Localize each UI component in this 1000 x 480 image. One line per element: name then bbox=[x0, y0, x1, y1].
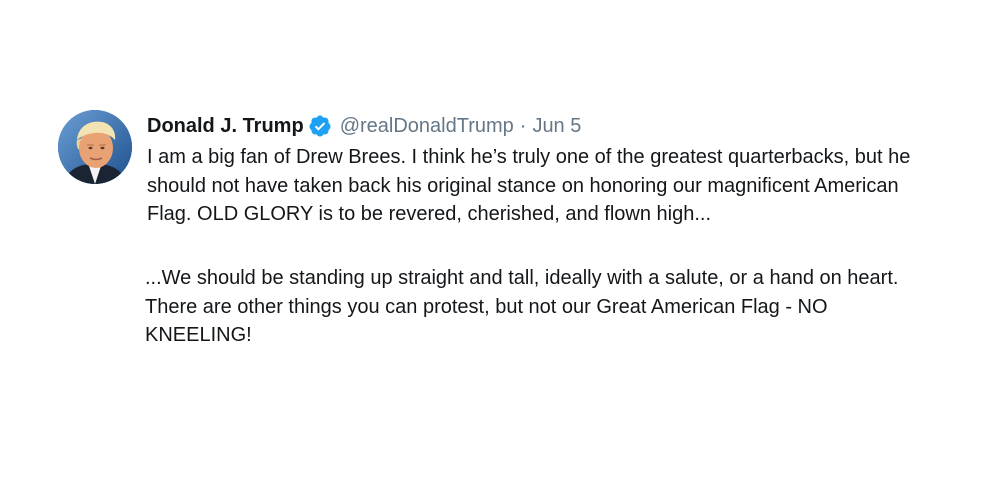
header-separator: · bbox=[519, 114, 527, 137]
display-name[interactable]: Donald J. Trump bbox=[147, 115, 304, 138]
tweet-continuation-text: ...We should be standing up straight and… bbox=[145, 267, 899, 346]
profile-photo-icon bbox=[58, 110, 132, 184]
avatar[interactable] bbox=[58, 110, 132, 184]
tweet-text: I am a big fan of Drew Brees. I think he… bbox=[147, 146, 911, 225]
tweet-date[interactable]: Jun 5 bbox=[532, 115, 581, 138]
verified-badge-icon bbox=[308, 114, 332, 138]
tweet-header: Donald J. Trump @realDonaldTrump · Jun 5 bbox=[147, 112, 927, 140]
user-handle[interactable]: @realDonaldTrump bbox=[340, 115, 514, 138]
tweet-content: Donald J. Trump @realDonaldTrump · Jun 5… bbox=[147, 112, 927, 229]
